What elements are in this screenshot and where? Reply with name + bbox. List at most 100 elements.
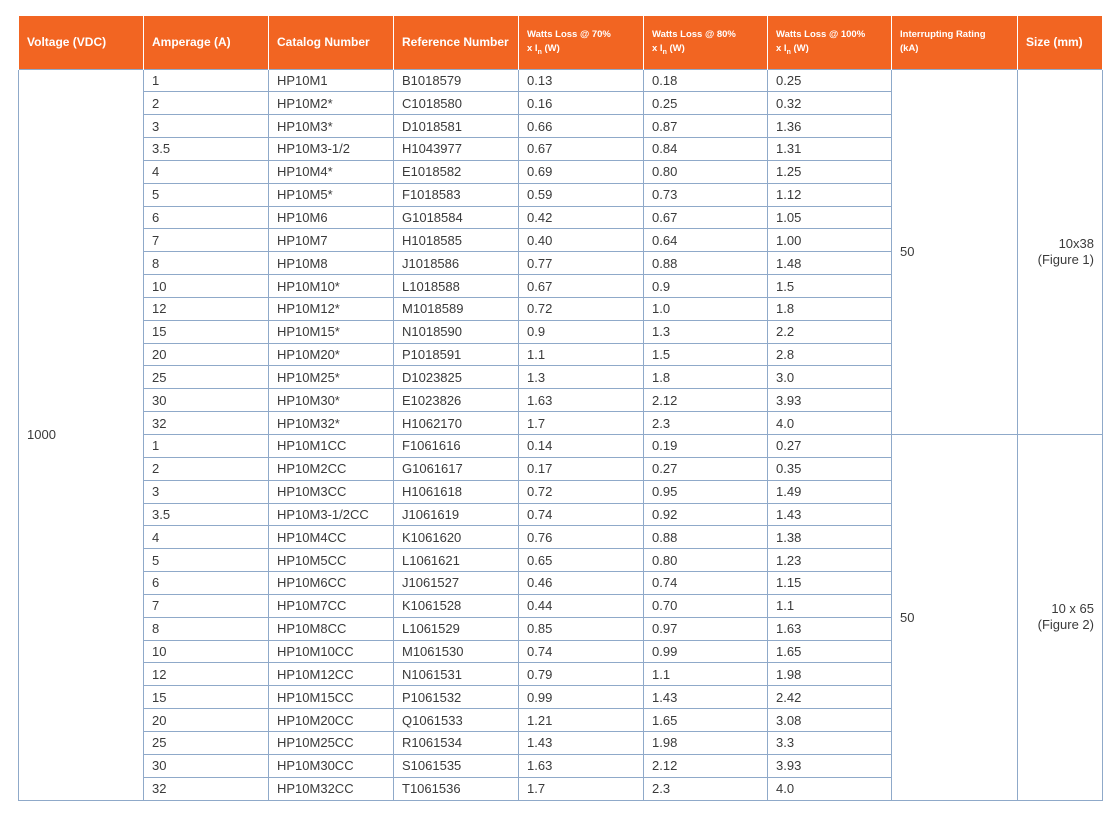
watts-loss-70-cell: 0.13: [518, 68, 644, 93]
catalog-number-cell: HP10M25*: [268, 365, 394, 390]
watts-loss-100-cell: 3.08: [767, 708, 892, 732]
reference-number-cell: E1018582: [393, 159, 519, 184]
watts-loss-100-cell: 0.35: [767, 456, 892, 481]
watts-loss-70-cell: 0.65: [518, 548, 644, 573]
reference-number-cell: N1061531: [393, 662, 519, 687]
watts-loss-80-cell: 2.3: [643, 411, 768, 435]
catalog-number-cell: HP10M12*: [268, 296, 394, 321]
watts-loss-80-cell: 1.3: [643, 319, 768, 344]
size-cell: 10x38 (Figure 1): [1017, 68, 1103, 435]
amperage-cell: 15: [143, 319, 269, 344]
catalog-number-cell: HP10M20*: [268, 342, 394, 367]
watts-loss-100-cell: 1.98: [767, 662, 892, 687]
watts-loss-70-cell: 1.7: [518, 776, 644, 801]
catalog-number-cell: HP10M6CC: [268, 571, 394, 595]
watts-loss-80-cell: 0.88: [643, 251, 768, 276]
amperage-cell: 1: [143, 68, 269, 93]
watts-loss-80-cell: 2.12: [643, 388, 768, 413]
fuse-spec-table-container: Voltage (VDC) Amperage (A) Catalog Numbe…: [18, 16, 1103, 801]
header-watts-loss-70-unit: (W): [541, 43, 560, 55]
watts-loss-80-cell: 0.80: [643, 548, 768, 573]
reference-number-cell: F1018583: [393, 182, 519, 207]
table-body: 1000 1 HP10M1 B1018579 0.13 0.18 0.25 50 10x38 (F…: [18, 68, 1103, 801]
catalog-number-cell: HP10M2CC: [268, 456, 394, 481]
reference-number-cell: L1061621: [393, 548, 519, 573]
catalog-number-cell: HP10M8CC: [268, 616, 394, 641]
watts-loss-70-cell: 0.42: [518, 205, 644, 230]
watts-loss-100-cell: 3.93: [767, 753, 892, 778]
amperage-cell: 3.5: [143, 137, 269, 161]
amperage-cell: 30: [143, 753, 269, 778]
watts-loss-80-cell: 0.84: [643, 137, 768, 161]
interrupting-rating-cell: 50: [891, 68, 1018, 435]
header-watts-loss-100-line1: Watts Loss @ 100%: [776, 29, 866, 41]
reference-number-cell: M1061530: [393, 639, 519, 664]
header-watts-loss-80-line2: x I: [652, 43, 663, 55]
catalog-number-cell: HP10M4*: [268, 159, 394, 184]
reference-number-cell: C1018580: [393, 91, 519, 116]
reference-number-cell: L1061529: [393, 616, 519, 641]
watts-loss-80-cell: 2.12: [643, 753, 768, 778]
reference-number-cell: F1061616: [393, 434, 519, 458]
table-row: 1 HP10M1CC F1061616 0.14 0.19 0.27 50 10 x 65 (F…: [19, 434, 1103, 801]
watts-loss-70-cell: 1.43: [518, 730, 644, 755]
catalog-number-cell: HP10M30CC: [268, 753, 394, 778]
watts-loss-70-cell: 1.3: [518, 365, 644, 390]
watts-loss-70-cell: 0.85: [518, 616, 644, 641]
header-voltage: Voltage (VDC): [18, 16, 144, 69]
watts-loss-80-cell: 0.92: [643, 502, 768, 527]
watts-loss-100-cell: 1.48: [767, 251, 892, 276]
reference-number-cell: L1018588: [393, 274, 519, 298]
catalog-number-cell: HP10M1CC: [268, 434, 394, 458]
watts-loss-80-cell: 0.19: [643, 434, 768, 458]
watts-loss-100-cell: 2.42: [767, 685, 892, 710]
watts-loss-100-cell: 1.31: [767, 137, 892, 161]
reference-number-cell: H1062170: [393, 411, 519, 435]
watts-loss-80-cell: 0.99: [643, 639, 768, 664]
watts-loss-70-cell: 0.67: [518, 274, 644, 298]
watts-loss-100-cell: 1.23: [767, 548, 892, 573]
watts-loss-80-cell: 1.1: [643, 662, 768, 687]
watts-loss-70-cell: 0.72: [518, 479, 644, 504]
watts-loss-100-cell: 1.43: [767, 502, 892, 527]
amperage-cell: 2: [143, 456, 269, 481]
reference-number-cell: P1061532: [393, 685, 519, 710]
size-dimensions: 10x38: [1058, 235, 1094, 251]
reference-number-cell: D1023825: [393, 365, 519, 390]
header-size: Size (mm): [1017, 16, 1103, 69]
watts-loss-80-cell: 1.65: [643, 708, 768, 732]
header-interrupting-rating-line1: Interrupting Rating: [900, 29, 986, 41]
watts-loss-70-cell: 0.9: [518, 319, 644, 344]
catalog-number-cell: HP10M10CC: [268, 639, 394, 664]
watts-loss-100-cell: 4.0: [767, 776, 892, 801]
reference-number-cell: B1018579: [393, 68, 519, 93]
watts-loss-70-cell: 1.21: [518, 708, 644, 732]
watts-loss-70-cell: 0.74: [518, 639, 644, 664]
size-cell: 10 x 65 (Figure 2): [1017, 434, 1103, 801]
amperage-cell: 10: [143, 639, 269, 664]
reference-number-cell: K1061620: [393, 525, 519, 550]
interrupting-rating-cell: 50: [891, 434, 1018, 801]
watts-loss-70-cell: 0.79: [518, 662, 644, 687]
amperage-cell: 20: [143, 342, 269, 367]
watts-loss-70-cell: 0.66: [518, 114, 644, 139]
amperage-cell: 3.5: [143, 502, 269, 527]
catalog-number-cell: HP10M15*: [268, 319, 394, 344]
reference-number-cell: H1061618: [393, 479, 519, 504]
amperage-cell: 25: [143, 365, 269, 390]
header-watts-loss-100-line2: x I: [776, 43, 787, 55]
watts-loss-80-cell: 1.5: [643, 342, 768, 367]
amperage-cell: 5: [143, 182, 269, 207]
watts-loss-100-cell: 4.0: [767, 411, 892, 435]
watts-loss-70-cell: 0.17: [518, 456, 644, 481]
reference-number-cell: J1061527: [393, 571, 519, 595]
header-amperage: Amperage (A): [143, 16, 269, 69]
catalog-number-cell: HP10M15CC: [268, 685, 394, 710]
watts-loss-70-cell: 0.74: [518, 502, 644, 527]
amperage-cell: 6: [143, 205, 269, 230]
catalog-number-cell: HP10M2*: [268, 91, 394, 116]
watts-loss-70-cell: 1.1: [518, 342, 644, 367]
catalog-number-cell: HP10M1: [268, 68, 394, 93]
table-row: 1000 1 HP10M1 B1018579 0.13 0.18 0.25 50 10x38 (F…: [18, 68, 1103, 801]
amperage-cell: 4: [143, 159, 269, 184]
